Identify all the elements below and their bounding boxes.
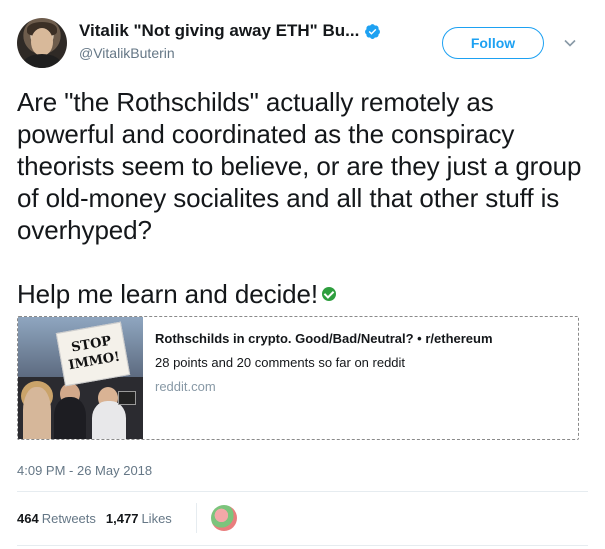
- author-handle[interactable]: @VitalikButerin: [79, 45, 175, 61]
- liker-avatar[interactable]: [210, 505, 237, 531]
- card-description: 28 points and 20 comments so far on redd…: [155, 355, 406, 370]
- card-body: Rothschilds in crypto. Good/Bad/Neutral?…: [143, 317, 578, 439]
- tweet-text: Are "the Rothschilds" actually remotely …: [17, 86, 587, 310]
- card-image-person: [92, 401, 126, 439]
- stats-separator: [195, 503, 197, 533]
- divider: [17, 545, 588, 546]
- avatar-face: [31, 28, 53, 56]
- avatar-body: [23, 54, 61, 68]
- likes-stat[interactable]: 1,477 Likes: [106, 511, 172, 526]
- tweet-stats: 464 Retweets 1,477 Likes: [17, 503, 237, 533]
- check-mark-emoji-icon: [322, 287, 337, 301]
- likes-label: Likes: [141, 510, 172, 526]
- tweet-paragraph-1: Are "the Rothschilds" actually remotely …: [17, 87, 582, 245]
- tweet-timestamp[interactable]: 4:09 PM - 26 May 2018: [17, 463, 152, 478]
- card-image-sign: STOP IMMO!: [55, 321, 131, 387]
- chevron-down-icon[interactable]: [563, 36, 577, 50]
- retweets-label: Retweets: [41, 510, 96, 526]
- tweet-header: Vitalik "Not giving away ETH" Bu... @Vit…: [17, 18, 588, 74]
- card-image-phone: [118, 391, 136, 405]
- card-image: STOP IMMO!: [18, 317, 143, 439]
- name-row: Vitalik "Not giving away ETH" Bu...: [79, 21, 381, 41]
- likes-count: 1,477: [105, 510, 139, 526]
- display-name[interactable]: Vitalik "Not giving away ETH" Bu...: [79, 21, 359, 41]
- card-image-person: [54, 397, 86, 439]
- link-card[interactable]: STOP IMMO! Rothschilds in crypto. Good/B…: [17, 316, 579, 440]
- card-domain: reddit.com: [155, 379, 216, 394]
- retweets-stat[interactable]: 464 Retweets: [17, 511, 96, 526]
- tweet-paragraph-2-text: Help me learn and decide!: [17, 279, 319, 309]
- avatar[interactable]: [17, 18, 67, 68]
- follow-button[interactable]: Follow: [442, 27, 544, 59]
- card-title[interactable]: Rothschilds in crypto. Good/Bad/Neutral?…: [155, 331, 578, 346]
- card-image-person: [23, 387, 51, 439]
- divider: [17, 491, 588, 492]
- retweets-count: 464: [17, 510, 39, 526]
- verified-badge-icon: [365, 23, 381, 39]
- tweet-paragraph-2: Help me learn and decide!: [17, 278, 587, 310]
